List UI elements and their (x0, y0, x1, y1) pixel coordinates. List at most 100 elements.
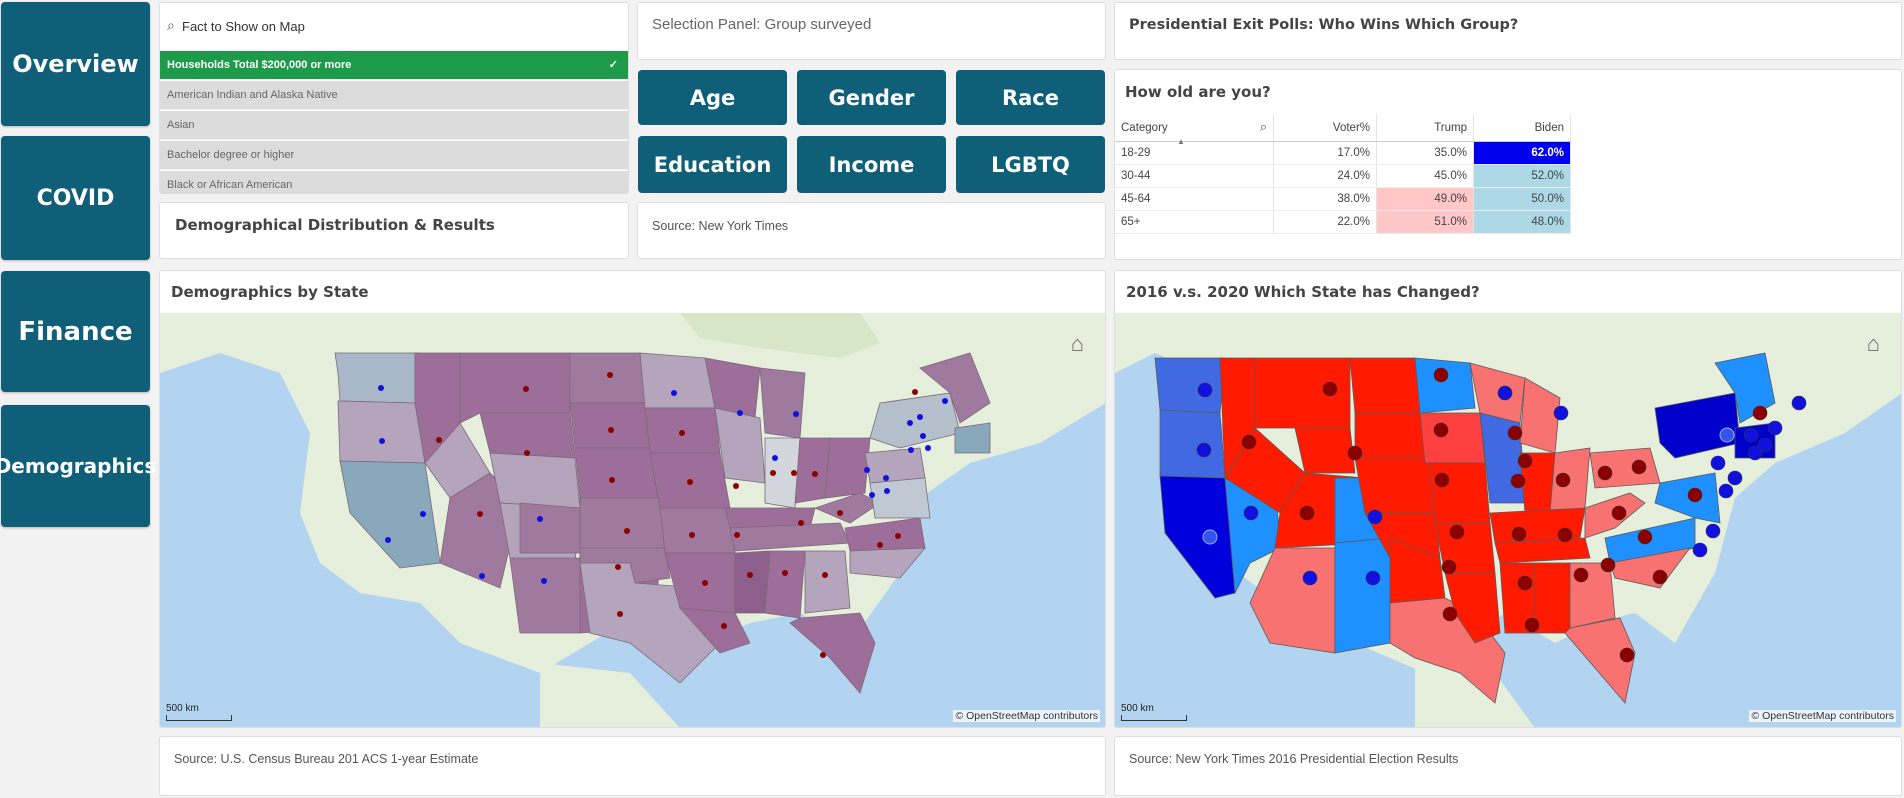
state-shape (1354, 457, 1436, 514)
income-button[interactable]: Income (797, 136, 946, 193)
table-cell: 51.0% (1376, 210, 1474, 234)
state-shape (579, 497, 666, 549)
age-button[interactable]: Age (638, 70, 787, 125)
state-marker (1497, 385, 1513, 401)
selection-panel-card: Selection Panel: Group surveyed (637, 2, 1106, 60)
state-marker (822, 572, 828, 578)
list-item[interactable]: American Indian and Alaska Native (160, 81, 628, 110)
map-attribution[interactable]: © OpenStreetMap contributors (1749, 710, 1896, 722)
nav-finance[interactable]: Finance (1, 271, 150, 392)
table-cell: 18-29 (1115, 141, 1274, 165)
column-header-trump[interactable]: Trump (1376, 114, 1474, 142)
state-marker (1302, 570, 1318, 586)
education-button-label: Education (653, 152, 772, 177)
list-item[interactable]: Asian (160, 111, 628, 140)
gender-button[interactable]: Gender (797, 70, 946, 125)
state-marker (1441, 559, 1457, 575)
home-icon[interactable]: ⌂ (1071, 331, 1084, 357)
state-marker (1299, 505, 1315, 521)
race-button[interactable]: Race (956, 70, 1105, 125)
table-cell: 52.0% (1473, 164, 1571, 188)
demographics-map[interactable]: ⌂ 500 km © OpenStreetMap contributors (160, 313, 1105, 727)
state-shape (574, 447, 661, 499)
column-header-category[interactable]: Category ⌕ ▲ (1115, 114, 1274, 146)
state-marker (1557, 527, 1573, 543)
lgbtq-button[interactable]: LGBTQ (956, 136, 1105, 193)
state-marker (782, 570, 788, 576)
list-item-label: Asian (167, 119, 195, 131)
source-text: Source: U.S. Census Bureau 201 ACS 1-yea… (174, 752, 479, 766)
table-row[interactable]: 30-44 24.0% 45.0% 52.0% (1115, 164, 1571, 188)
election-change-map-card: 2016 v.s. 2020 Which State has Changed? (1114, 270, 1902, 728)
state-marker (791, 470, 797, 476)
nav-overview-label: Overview (12, 50, 139, 78)
state-marker (864, 467, 870, 473)
map-attribution[interactable]: © OpenStreetMap contributors (953, 710, 1100, 722)
state-marker (609, 477, 615, 483)
state-shape (734, 550, 771, 614)
state-marker (1449, 524, 1465, 540)
map-scale-label: 500 km (1121, 703, 1154, 714)
state-marker (925, 445, 931, 451)
state-marker (1631, 459, 1647, 475)
column-header-biden[interactable]: Biden (1473, 114, 1571, 142)
table-cell: 35.0% (1376, 141, 1474, 165)
state-shape (639, 352, 716, 409)
home-icon[interactable]: ⌂ (1867, 331, 1880, 357)
state-marker (1322, 381, 1338, 397)
search-icon: ⌕ (167, 17, 175, 33)
table-row[interactable]: 45-64 38.0% 49.0% 50.0% (1115, 187, 1571, 211)
state-marker (942, 398, 948, 404)
state-shape (1429, 462, 1491, 524)
state-shape (659, 507, 736, 554)
state-marker (1524, 617, 1540, 633)
state-shape (334, 352, 421, 404)
state-shape (954, 422, 991, 454)
table-cell: 30-44 (1115, 164, 1274, 188)
table-header-row: Category ⌕ ▲ Voter% Trump Biden (1115, 114, 1571, 146)
source-text: Source: New York Times 2016 Presidential… (1129, 752, 1459, 766)
list-item-label: American Indian and Alaska Native (167, 89, 338, 101)
us-states (1154, 352, 1776, 704)
state-marker (1553, 405, 1569, 421)
state-marker (772, 455, 778, 461)
state-shape (869, 477, 931, 519)
education-button[interactable]: Education (638, 136, 787, 193)
state-marker (798, 520, 804, 526)
list-item-selected[interactable]: Households Total $200,000 or more ✓ (160, 51, 628, 80)
state-marker (1619, 647, 1635, 663)
nav-demographics[interactable]: Demographics (0, 405, 156, 527)
state-marker (837, 510, 843, 516)
table-row[interactable]: 65+ 22.0% 51.0% 48.0% (1115, 210, 1571, 234)
state-marker (1718, 483, 1734, 499)
state-marker (608, 427, 614, 433)
state-marker (734, 532, 740, 538)
nav-demographics-label: Demographics (0, 454, 157, 478)
state-marker (1611, 505, 1627, 521)
state-marker (747, 572, 753, 578)
column-header-voter[interactable]: Voter% (1273, 114, 1377, 142)
state-marker (671, 390, 677, 396)
fact-search[interactable]: ⌕ Fact to Show on Map (160, 3, 628, 50)
table-cell: 50.0% (1473, 187, 1571, 211)
state-marker (1692, 542, 1708, 558)
state-shape (1159, 475, 1236, 599)
exit-polls-title: Presidential Exit Polls: Who Wins Which … (1129, 17, 1519, 33)
nav-overview[interactable]: Overview (1, 2, 150, 126)
fact-search-label: Fact to Show on Map (182, 19, 305, 34)
state-shape (1419, 412, 1486, 464)
state-shape (337, 400, 426, 464)
left-source-card: Source: U.S. Census Bureau 201 ACS 1-yea… (159, 736, 1106, 796)
state-marker (1365, 570, 1381, 586)
list-item[interactable]: Black or African American (160, 171, 628, 193)
state-marker (679, 430, 685, 436)
list-item[interactable]: Bachelor degree or higher (160, 141, 628, 170)
state-marker (1367, 509, 1383, 525)
state-marker (895, 533, 901, 539)
state-marker (624, 528, 630, 534)
search-icon[interactable]: ⌕ (1260, 119, 1267, 135)
state-shape (1294, 427, 1356, 474)
nav-covid[interactable]: COVID (1, 136, 150, 260)
election-change-map[interactable]: ⌂ 500 km © OpenStreetMap contributors (1115, 313, 1901, 727)
state-marker (537, 516, 543, 522)
